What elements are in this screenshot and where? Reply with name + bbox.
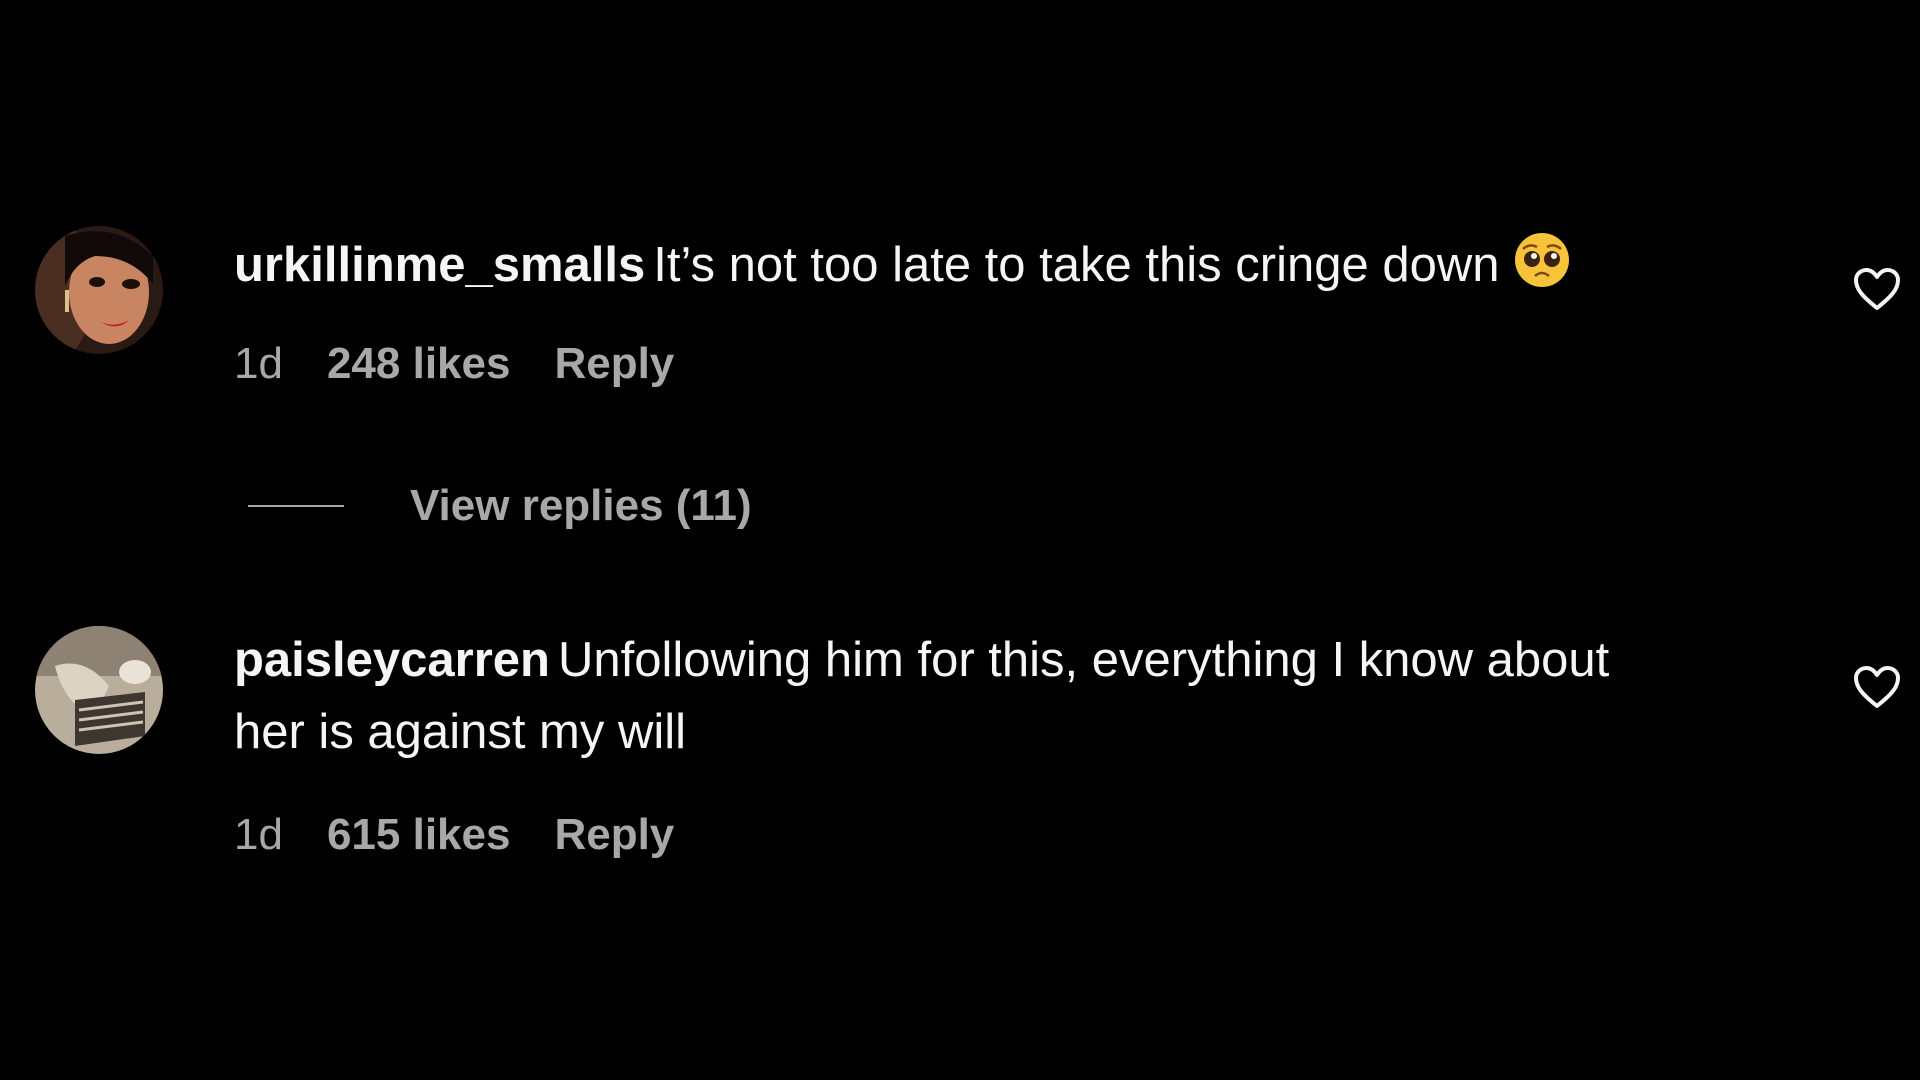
comment-likes-count[interactable]: 615 likes (327, 807, 511, 863)
comment-timestamp: 1d (234, 339, 283, 388)
avatar-image (35, 226, 163, 354)
comment-meta: 1d 615 likes Reply (234, 807, 718, 863)
pleading-face-emoji-icon (1513, 231, 1571, 289)
comment-username[interactable]: urkillinme_smalls (234, 238, 645, 292)
comment-body: urkillinme_smalls It’s not too late to ta… (234, 229, 1674, 301)
view-replies-button[interactable]: View replies (11) (248, 476, 752, 536)
avatar-image (35, 626, 163, 754)
comment-meta: 1d 248 likes Reply (234, 336, 718, 392)
view-replies-label: View replies (11) (410, 481, 752, 530)
comment-item: urkillinme_smalls It’s not too late to ta… (0, 0, 1920, 560)
like-heart-icon[interactable] (1852, 664, 1902, 710)
comment-username[interactable]: paisleycarren (234, 633, 550, 687)
comment-item: paisleycarren Unfollowing him for this, e… (0, 560, 1920, 920)
replies-divider-line (248, 505, 344, 507)
avatar[interactable] (35, 626, 163, 754)
comment-text: It’s not too late to take this cringe do… (653, 238, 1500, 292)
reply-button[interactable]: Reply (554, 807, 674, 863)
comment-body: paisleycarren Unfollowing him for this, e… (234, 624, 1674, 768)
like-heart-icon[interactable] (1852, 266, 1902, 312)
avatar[interactable] (35, 226, 163, 354)
comment-likes-count[interactable]: 248 likes (327, 336, 511, 392)
reply-button[interactable]: Reply (554, 336, 674, 392)
comment-timestamp: 1d (234, 810, 283, 859)
